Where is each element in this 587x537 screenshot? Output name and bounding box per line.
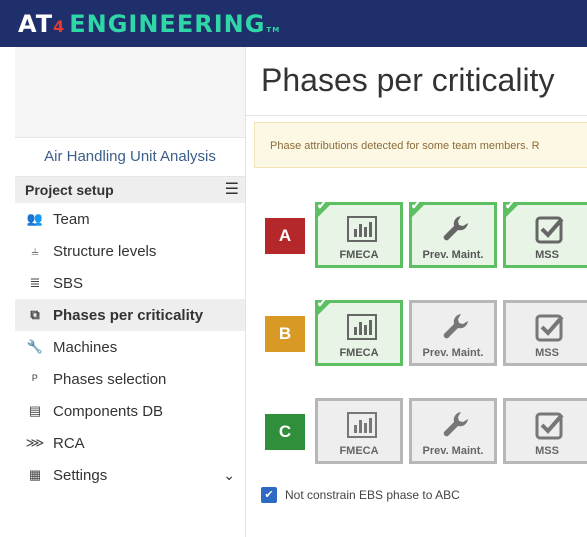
sidebar-nav: 👥 Team ⫨ Structure levels ≣ SBS ⧉ Phases per cr…	[15, 203, 245, 491]
section-project-setup: Project setup ☰	[15, 177, 245, 203]
warning-alert: Phase attributions detected for some tea…	[254, 122, 587, 168]
phase-card-mss[interactable]: MSS	[503, 300, 587, 366]
title-divider	[246, 115, 587, 116]
hamburger-menu-icon[interactable]: ☰	[225, 177, 245, 203]
sidebar-item-label: SBS	[53, 274, 84, 292]
sidebar-item-components-db[interactable]: ▤ Components DB	[15, 395, 245, 427]
criticality-badge: B	[265, 316, 305, 352]
sidebar-item-settings[interactable]: ▦ Settings ⌄	[15, 459, 245, 491]
checkbox-icon[interactable]: ✔	[261, 487, 277, 503]
criticality-badge: A	[265, 218, 305, 254]
structure-levels-icon: ⫨	[31, 243, 39, 258]
phase-card-fmeca[interactable]: FMECA	[315, 398, 403, 464]
criticality-row-b: B ✔ FMECA Prev. Maint. MSS	[265, 298, 587, 370]
phase-card-label: FMECA	[339, 249, 379, 261]
sidebar-item-team[interactable]: 👥 Team	[15, 203, 245, 235]
phase-card-label: Prev. Maint.	[422, 249, 484, 261]
sidebar-item-sbs[interactable]: ≣ SBS	[15, 267, 245, 299]
chevron-down-icon[interactable]: ⌄	[223, 467, 235, 484]
sidebar-item-label: Team	[53, 210, 90, 228]
sidebar-item-label: Phases selection	[53, 370, 167, 388]
phase-card-mss[interactable]: MSS	[503, 398, 587, 464]
check-icon: ✔	[317, 298, 327, 310]
criticality-badge: C	[265, 414, 305, 450]
sidebar-header-space	[15, 47, 245, 138]
sidebar-item-label: Phases per criticality	[53, 306, 204, 324]
sidebar-item-label: RCA	[53, 434, 85, 452]
constrain-checkbox-row[interactable]: ✔ Not constrain EBS phase to ABC	[261, 487, 460, 503]
brand-part2: 4	[53, 17, 66, 36]
brand-part3: ENGINEERING	[69, 10, 266, 38]
rca-icon: ⋙	[25, 435, 45, 450]
brand-tm: TM	[266, 26, 281, 34]
criticality-row-a: A ✔ FMECA ✔ Prev. Maint. ✔ MSS	[265, 200, 587, 272]
phase-card-prev-maint[interactable]: Prev. Maint.	[409, 300, 497, 366]
top-bar: AT 4 ENGINEERING TM	[0, 0, 587, 47]
phase-card-label: FMECA	[339, 445, 379, 457]
phase-card-prev-maint[interactable]: Prev. Maint.	[409, 398, 497, 464]
sidebar-item-structure-levels[interactable]: ⫨ Structure levels	[15, 235, 245, 267]
brand-part1: AT	[18, 10, 54, 38]
phase-card-label: Prev. Maint.	[422, 445, 484, 457]
phase-card-fmeca[interactable]: ✔ FMECA	[315, 298, 403, 366]
phase-card-fmeca[interactable]: ✔ FMECA	[315, 200, 403, 268]
phase-card-label: Prev. Maint.	[422, 347, 484, 359]
checkbox-label: Not constrain EBS phase to ABC	[285, 488, 460, 502]
sidebar-item-phases-selection[interactable]: ᴾ Phases selection	[15, 363, 245, 395]
sidebar-item-label: Machines	[53, 338, 118, 356]
team-icon: 👥	[26, 211, 44, 226]
phase-card-prev-maint[interactable]: ✔ Prev. Maint.	[409, 200, 497, 268]
check-icon: ✔	[505, 200, 515, 212]
phase-card-label: MSS	[535, 347, 559, 359]
main-content: Phases per criticality Phase attribution…	[246, 47, 587, 537]
components-icon: ▤	[28, 403, 42, 418]
sidebar-item-label: Settings	[53, 466, 108, 484]
sidebar-item-machines[interactable]: 🔧 Machines	[15, 331, 245, 363]
sidebar-item-phases-per-criticality[interactable]: ⧉ Phases per criticality	[15, 299, 245, 331]
phases-icon: ᴾ	[32, 371, 38, 387]
sidebar-item-label: Components DB	[53, 402, 164, 420]
phase-card-label: MSS	[535, 445, 559, 457]
check-icon: ✔	[317, 200, 327, 212]
sidebar-item-rca[interactable]: ⋙ RCA	[15, 427, 245, 459]
section-title: Project setup	[25, 182, 114, 198]
check-icon: ✔	[411, 200, 421, 212]
brand-logo[interactable]: AT 4 ENGINEERING TM	[18, 9, 280, 39]
sidebar-item-label: Structure levels	[53, 242, 157, 260]
phase-card-mss[interactable]: ✔ MSS	[503, 200, 587, 268]
project-name[interactable]: Air Handling Unit Analysis	[15, 138, 245, 177]
phase-card-label: MSS	[535, 249, 559, 261]
sidebar: Air Handling Unit Analysis Project setup…	[15, 47, 246, 537]
wrench-icon: 🔧	[26, 339, 44, 354]
settings-icon: ▦	[28, 467, 42, 482]
page-title: Phases per criticality	[261, 62, 555, 98]
database-icon: ≣	[29, 275, 41, 290]
cubes-icon: ⧉	[30, 307, 40, 322]
phase-card-label: FMECA	[339, 347, 379, 359]
criticality-row-c: C FMECA Prev. Maint. MSS	[265, 398, 587, 468]
